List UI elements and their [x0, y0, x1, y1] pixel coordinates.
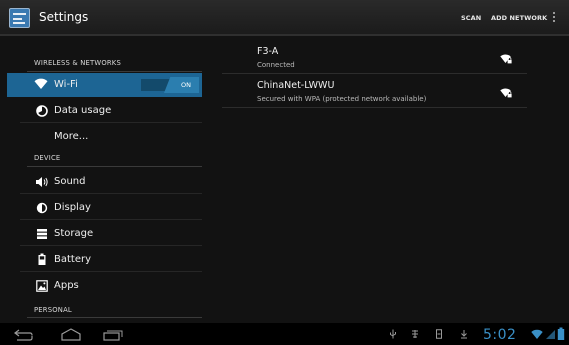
- sidebar-item-label: Apps: [54, 280, 79, 291]
- back-icon[interactable]: [12, 329, 34, 341]
- sidebar-item-more[interactable]: More...: [7, 125, 202, 149]
- sidebar-item-label: Display: [54, 202, 91, 213]
- sidebar-item-battery[interactable]: Battery: [7, 248, 202, 272]
- storage-icon: [37, 229, 47, 239]
- brightness-icon: [36, 202, 48, 214]
- scan-button[interactable]: SCAN: [461, 14, 481, 22]
- sidebar-item-label: Sound: [54, 176, 86, 187]
- sidebar-item-label: Storage: [54, 228, 94, 239]
- usb-debug-icon: [412, 330, 418, 338]
- download-icon: [461, 330, 467, 339]
- network-item[interactable]: F3-A Connected: [222, 40, 527, 74]
- system-nav-bar: 5:02: [0, 323, 569, 345]
- sidebar-item-data-usage[interactable]: Data usage: [7, 99, 202, 123]
- cell-signal-icon: [546, 330, 555, 339]
- screen: Settings SCAN ADD NETWORK WIRELESS & NET…: [0, 0, 569, 345]
- section-divider: [27, 317, 202, 318]
- action-bar: Settings SCAN ADD NETWORK: [0, 0, 569, 36]
- wifi-icon: [531, 329, 543, 339]
- section-divider: [27, 71, 202, 72]
- settings-sidebar: WIRELESS & NETWORKS Wi-Fi ON Data usage: [7, 40, 202, 318]
- network-status: Secured with WPA (protected network avai…: [257, 95, 427, 103]
- sidebar-item-display[interactable]: Display: [7, 196, 202, 220]
- battery-icon: [557, 327, 565, 340]
- sidebar-item-label: Wi-Fi: [54, 79, 78, 90]
- section-header-wireless: WIRELESS & NETWORKS: [34, 59, 121, 67]
- sidebar-item-label: Battery: [54, 254, 92, 265]
- sidebar-item-storage[interactable]: Storage: [7, 222, 202, 246]
- wifi-signal-locked-icon: [500, 54, 512, 64]
- sidebar-item-sound[interactable]: Sound: [7, 170, 202, 194]
- sidebar-item-label: More...: [54, 131, 89, 142]
- sidebar-item-apps[interactable]: Apps: [7, 274, 202, 298]
- network-name: ChinaNet-LWWU: [257, 80, 335, 91]
- page-title: Settings: [39, 10, 89, 24]
- sidebar-item-label: Data usage: [54, 105, 112, 116]
- wifi-toggle-label: ON: [181, 81, 191, 89]
- apps-icon: [36, 280, 48, 292]
- section-header-personal: PERSONAL: [34, 306, 72, 314]
- speaker-icon: [36, 177, 48, 187]
- usb-icon: [390, 329, 396, 339]
- settings-icon[interactable]: [9, 8, 30, 28]
- section-divider: [27, 166, 202, 167]
- recent-apps-icon[interactable]: [103, 329, 123, 341]
- battery-icon: [38, 253, 46, 265]
- network-status: Connected: [257, 61, 295, 69]
- sidebar-item-wifi[interactable]: Wi-Fi ON: [7, 73, 202, 97]
- network-item[interactable]: ChinaNet-LWWU Secured with WPA (protecte…: [222, 74, 527, 108]
- wifi-toggle[interactable]: ON: [141, 77, 199, 93]
- home-icon[interactable]: [60, 328, 82, 341]
- network-name: F3-A: [257, 46, 279, 57]
- wifi-icon: [34, 78, 48, 89]
- add-network-button[interactable]: ADD NETWORK: [491, 14, 547, 22]
- section-header-device: DEVICE: [34, 154, 61, 162]
- data-usage-icon: [36, 105, 48, 117]
- clock: 5:02: [483, 327, 517, 343]
- wifi-signal-locked-icon: [500, 88, 512, 98]
- sd-card-icon: [436, 329, 442, 339]
- overflow-menu-icon[interactable]: [553, 12, 556, 26]
- network-list: F3-A Connected ChinaNet-LWWU Secured wit…: [222, 40, 542, 310]
